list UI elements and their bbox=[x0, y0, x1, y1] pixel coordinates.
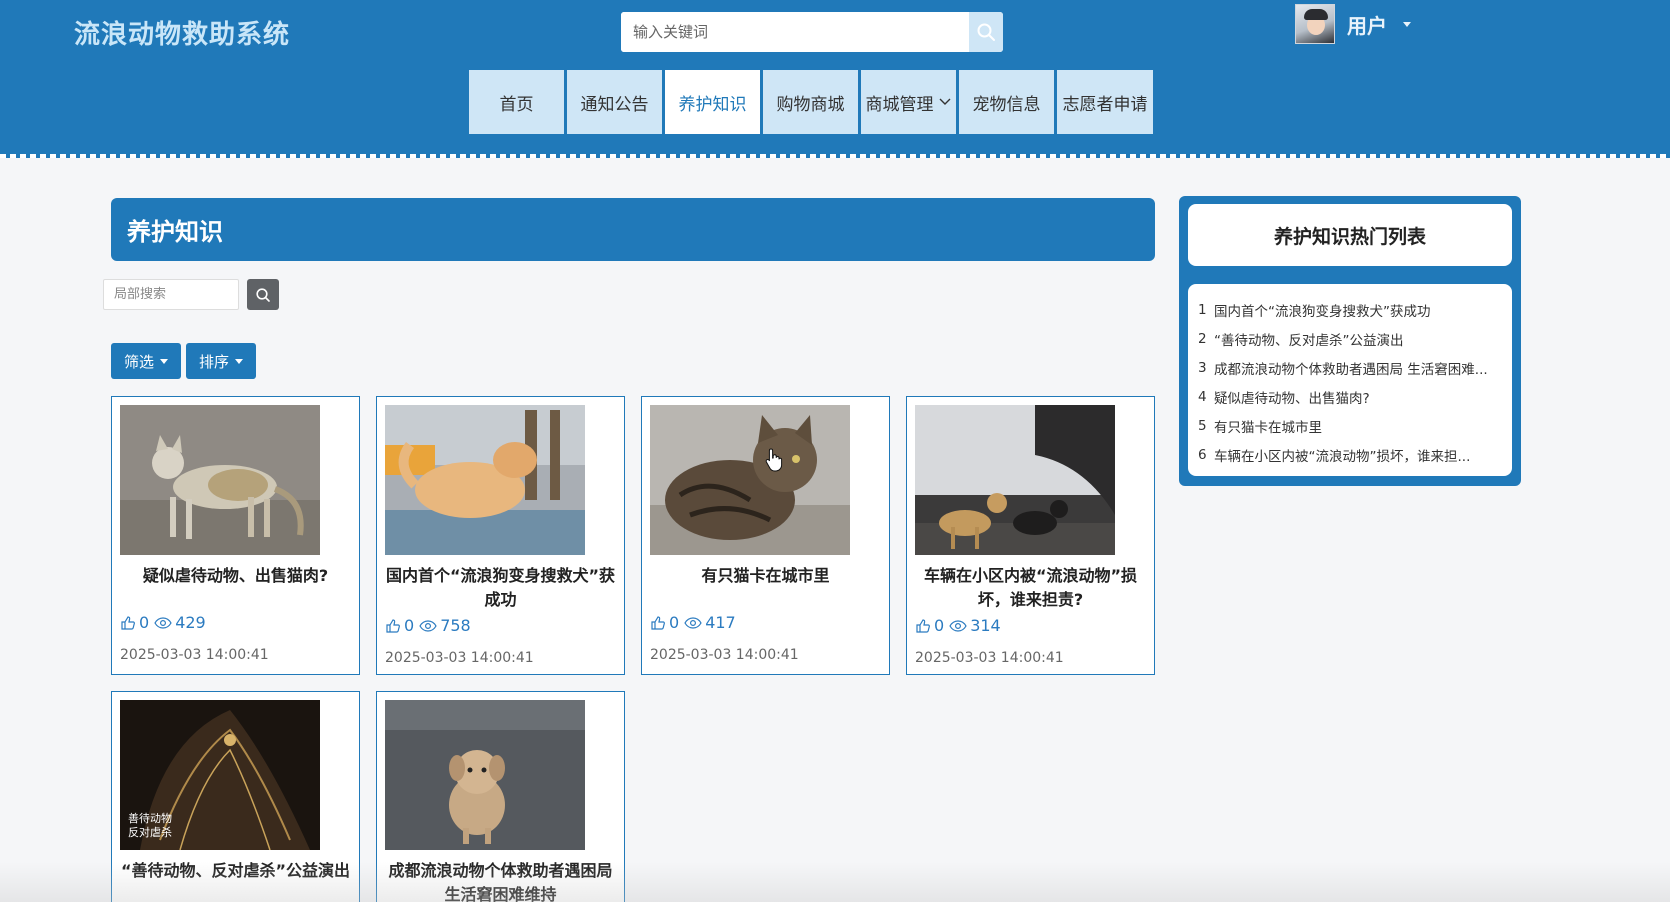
like-count: 0 bbox=[404, 616, 415, 635]
hot-list-item[interactable]: 2 “善待动物、反对虐杀”公益演出 bbox=[1198, 324, 1502, 353]
global-search bbox=[621, 12, 1003, 52]
thumbs-up-icon[interactable] bbox=[650, 615, 666, 631]
view-count: 758 bbox=[440, 616, 471, 635]
article-stats: 0 314 bbox=[915, 616, 1001, 635]
article-date: 2025-03-03 14:00:41 bbox=[650, 647, 799, 663]
article-title[interactable]: 车辆在小区内被“流浪动物”损坏，谁来担责? bbox=[915, 564, 1146, 612]
caret-down-icon bbox=[235, 358, 243, 364]
nav-item-care-knowledge[interactable]: 养护知识 bbox=[665, 70, 760, 134]
main-nav: 首页 通知公告 养护知识 购物商城 商城管理 宠物信息 志愿者申请 bbox=[469, 70, 1153, 134]
hot-list: 1 国内首个“流浪狗变身搜救犬”获成功 2 “善待动物、反对虐杀”公益演出 3 成都流… bbox=[1188, 284, 1512, 476]
search-icon bbox=[256, 287, 270, 302]
sort-label: 排序 bbox=[198, 352, 229, 371]
hot-list-title: 养护知识热门列表 bbox=[1188, 204, 1512, 266]
nav-item-volunteer[interactable]: 志愿者申请 bbox=[1057, 70, 1153, 134]
hot-list-item[interactable]: 1 国内首个“流浪狗变身搜救犬”获成功 bbox=[1198, 295, 1502, 324]
view-count: 314 bbox=[970, 616, 1001, 635]
article-image-thin-cat[interactable] bbox=[120, 405, 320, 555]
eye-icon bbox=[419, 619, 437, 632]
like-count: 0 bbox=[669, 613, 680, 632]
filter-label: 筛选 bbox=[123, 352, 154, 371]
article-title[interactable]: 有只猫卡在城市里 bbox=[650, 564, 881, 588]
hot-list-item[interactable]: 4 疑似虐待动物、出售猫肉? bbox=[1198, 382, 1502, 411]
poster-caption: 善待动物 反对虐杀 bbox=[128, 812, 172, 839]
eye-icon bbox=[684, 616, 702, 629]
article-card[interactable]: 疑似虐待动物、出售猫肉? 0 429 2025-03-03 14:00:41 bbox=[111, 396, 360, 675]
chevron-down-icon[interactable] bbox=[1403, 21, 1411, 27]
filter-dropdown-button[interactable]: 筛选 bbox=[111, 343, 181, 379]
article-title[interactable]: 成都流浪动物个体救助者遇困局 生活窘困难维持 bbox=[385, 859, 616, 902]
thumbs-up-icon[interactable] bbox=[385, 618, 401, 634]
hot-list-item[interactable]: 6 车辆在小区内被“流浪动物”损坏，谁来担... bbox=[1198, 440, 1502, 469]
page-title: 养护知识 bbox=[111, 198, 1155, 261]
article-image-rescue-dog[interactable] bbox=[385, 405, 585, 555]
like-count: 0 bbox=[934, 616, 945, 635]
search-icon bbox=[977, 23, 995, 41]
article-image-small-dog[interactable] bbox=[385, 700, 585, 850]
article-stats: 0 429 bbox=[120, 613, 206, 632]
hot-list-item[interactable]: 3 成都流浪动物个体救助者遇困局 生活窘困难... bbox=[1198, 353, 1502, 382]
nav-item-shop-admin[interactable]: 商城管理 bbox=[861, 70, 956, 134]
site-brand[interactable]: 流浪动物救助系统 bbox=[74, 14, 290, 51]
search-button[interactable] bbox=[969, 12, 1003, 52]
nav-item-shop-admin-label: 商城管理 bbox=[865, 94, 934, 115]
article-card[interactable]: 车辆在小区内被“流浪动物”损坏，谁来担责? 0 314 2025-03-03 1… bbox=[906, 396, 1155, 675]
user-name[interactable]: 用户 bbox=[1347, 10, 1387, 39]
local-search-input[interactable] bbox=[103, 279, 239, 310]
article-card[interactable]: 成都流浪动物个体救助者遇困局 生活窘困难维持 bbox=[376, 691, 625, 902]
chevron-down-icon bbox=[939, 98, 950, 105]
avatar[interactable] bbox=[1295, 4, 1335, 44]
article-title[interactable]: 疑似虐待动物、出售猫肉? bbox=[120, 564, 351, 588]
caret-down-icon bbox=[160, 358, 168, 364]
thumbs-up-icon[interactable] bbox=[120, 615, 136, 631]
article-image-performance-poster[interactable]: 善待动物 反对虐杀 bbox=[120, 700, 320, 850]
sort-dropdown-button[interactable]: 排序 bbox=[186, 343, 256, 379]
nav-item-notices[interactable]: 通知公告 bbox=[567, 70, 662, 134]
user-menu[interactable]: 用户 bbox=[1295, 4, 1411, 44]
article-image-dogs-by-car[interactable] bbox=[915, 405, 1115, 555]
eye-icon bbox=[949, 619, 967, 632]
top-header: 流浪动物救助系统 用户 首页 通知公告 养护知识 购物商城 商城管理 宠物信息 … bbox=[0, 0, 1670, 158]
local-search-button[interactable] bbox=[247, 279, 279, 310]
article-stats: 0 758 bbox=[385, 616, 471, 635]
article-title[interactable]: 国内首个“流浪狗变身搜救犬”获成功 bbox=[385, 564, 616, 612]
nav-item-home[interactable]: 首页 bbox=[469, 70, 564, 134]
article-title[interactable]: “善待动物、反对虐杀”公益演出 bbox=[120, 859, 351, 883]
article-card[interactable]: 国内首个“流浪狗变身搜救犬”获成功 0 758 2025-03-03 14:00… bbox=[376, 396, 625, 675]
view-count: 417 bbox=[705, 613, 736, 632]
article-date: 2025-03-03 14:00:41 bbox=[120, 647, 269, 663]
nav-item-pet-info[interactable]: 宠物信息 bbox=[959, 70, 1054, 134]
view-count: 429 bbox=[175, 613, 206, 632]
search-input[interactable] bbox=[621, 12, 969, 52]
like-count: 0 bbox=[139, 613, 150, 632]
article-card[interactable]: 善待动物 反对虐杀 “善待动物、反对虐杀”公益演出 bbox=[111, 691, 360, 902]
eye-icon bbox=[154, 616, 172, 629]
article-card[interactable]: 有只猫卡在城市里 0 417 2025-03-03 14:00:41 bbox=[641, 396, 890, 675]
article-date: 2025-03-03 14:00:41 bbox=[915, 650, 1064, 666]
article-date: 2025-03-03 14:00:41 bbox=[385, 650, 534, 666]
article-image-tabby-cat[interactable] bbox=[650, 405, 850, 555]
thumbs-up-icon[interactable] bbox=[915, 618, 931, 634]
nav-item-shop[interactable]: 购物商城 bbox=[763, 70, 858, 134]
hot-list-item[interactable]: 5 有只猫卡在城市里 bbox=[1198, 411, 1502, 440]
hand-cursor-icon bbox=[765, 448, 783, 472]
article-stats: 0 417 bbox=[650, 613, 736, 632]
hot-list-panel: 养护知识热门列表 1 国内首个“流浪狗变身搜救犬”获成功 2 “善待动物、反对虐杀”… bbox=[1179, 196, 1521, 486]
